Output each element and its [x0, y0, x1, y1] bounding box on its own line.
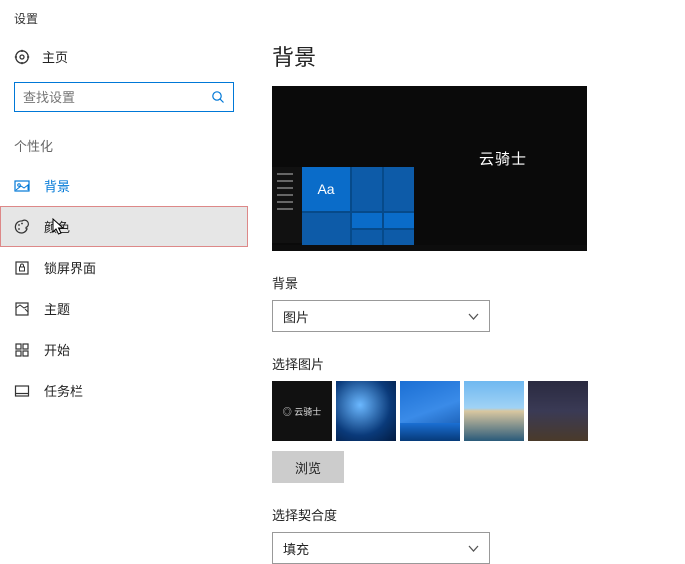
picture-thumbnails: ◎ 云骑士 — [272, 381, 675, 441]
sidebar: 设置 主页 个性化 背景 颜色 — [0, 0, 248, 545]
nav-themes[interactable]: 主题 — [0, 288, 248, 329]
thumbnail-2[interactable] — [336, 381, 396, 441]
choose-picture-label: 选择图片 — [272, 354, 675, 373]
home-icon — [14, 49, 30, 65]
nav-label: 任务栏 — [44, 381, 83, 400]
search-icon — [211, 90, 225, 104]
dropdown-value: 图片 — [283, 307, 309, 326]
background-type-dropdown[interactable]: 图片 — [272, 300, 490, 332]
preview-sample-text: 云骑士 — [479, 148, 527, 169]
background-section-label: 背景 — [272, 273, 675, 292]
lockscreen-icon — [14, 260, 30, 276]
picture-icon — [14, 178, 30, 194]
nav-start[interactable]: 开始 — [0, 329, 248, 370]
thumbnail-4[interactable] — [464, 381, 524, 441]
chevron-down-icon — [468, 543, 479, 554]
cursor-icon — [52, 218, 66, 236]
app-title: 设置 — [0, 10, 248, 39]
preview-tile-main: Aa — [302, 167, 350, 211]
start-icon — [14, 342, 30, 358]
main-content: 背景 云骑士 Aa 背景 图片 — [248, 0, 685, 545]
nav-label: 主题 — [44, 299, 70, 318]
fit-dropdown[interactable]: 填充 — [272, 532, 490, 564]
browse-button[interactable]: 浏览 — [272, 451, 344, 483]
preview-start-menu: Aa — [272, 167, 414, 245]
thumbnail-1[interactable]: ◎ 云骑士 — [272, 381, 332, 441]
category-label: 个性化 — [0, 122, 248, 165]
dropdown-value: 填充 — [283, 539, 309, 558]
nav-lockscreen[interactable]: 锁屏界面 — [0, 247, 248, 288]
nav-label: 锁屏界面 — [44, 258, 96, 277]
desktop-preview: 云骑士 Aa — [272, 86, 587, 251]
search-box[interactable] — [14, 82, 234, 112]
theme-icon — [14, 301, 30, 317]
palette-icon — [14, 219, 30, 235]
search-input[interactable] — [23, 90, 211, 105]
thumbnail-3[interactable] — [400, 381, 460, 441]
taskbar-icon — [14, 383, 30, 399]
nav-colors[interactable]: 颜色 — [0, 206, 248, 247]
nav-label: 开始 — [44, 340, 70, 359]
chevron-down-icon — [468, 311, 479, 322]
nav-taskbar[interactable]: 任务栏 — [0, 370, 248, 411]
home-nav[interactable]: 主页 — [0, 39, 248, 76]
fit-section-label: 选择契合度 — [272, 505, 675, 524]
nav-label: 背景 — [44, 176, 70, 195]
nav-background[interactable]: 背景 — [0, 165, 248, 206]
home-label: 主页 — [42, 47, 68, 66]
thumbnail-5[interactable] — [528, 381, 588, 441]
page-title: 背景 — [272, 40, 675, 72]
